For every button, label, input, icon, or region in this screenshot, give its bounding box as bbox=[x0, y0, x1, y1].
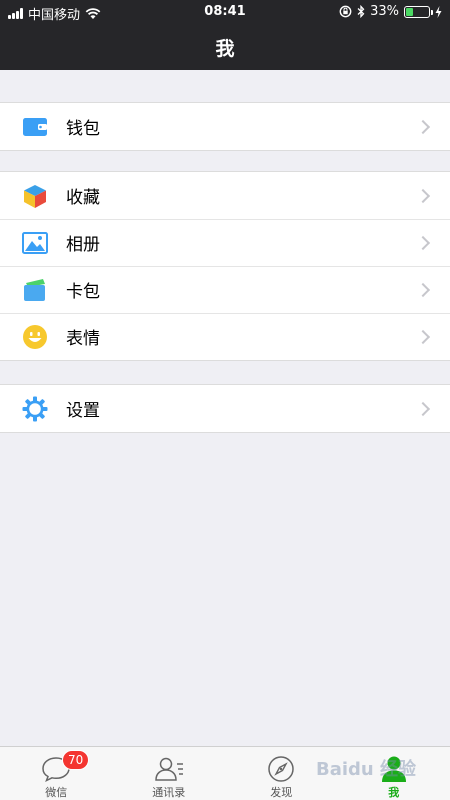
menu-item-label: 钱包 bbox=[66, 119, 100, 139]
nav-bar: 我 bbox=[0, 24, 450, 70]
chevron-right-icon bbox=[415, 329, 431, 344]
battery-percent: 33% bbox=[370, 4, 399, 19]
tab-label: 发现 bbox=[270, 786, 293, 799]
chevron-right-icon bbox=[415, 235, 431, 250]
card-icon bbox=[22, 277, 48, 303]
menu-item-settings[interactable]: 设置 bbox=[0, 385, 450, 432]
chevron-right-icon bbox=[415, 401, 431, 416]
menu-item-favorites[interactable]: 收藏 bbox=[0, 172, 450, 219]
page-title: 我 bbox=[215, 37, 235, 60]
emoji-icon bbox=[22, 324, 48, 350]
menu-item-label: 相册 bbox=[66, 235, 100, 255]
rotation-lock-icon bbox=[339, 5, 352, 18]
menu-item-stickers[interactable]: 表情 bbox=[0, 313, 450, 360]
menu-item-label: 设置 bbox=[66, 401, 100, 421]
tab-discover[interactable]: 发现 bbox=[225, 747, 338, 800]
contacts-icon bbox=[154, 754, 184, 783]
status-bar: 中国移动 08:41 33% bbox=[0, 0, 450, 24]
settings-gear-icon bbox=[22, 396, 48, 422]
compass-icon bbox=[266, 754, 296, 783]
tab-chats[interactable]: 70 微信 bbox=[0, 747, 113, 800]
charging-icon bbox=[435, 5, 442, 18]
favorites-cube-icon bbox=[22, 183, 48, 209]
tab-bar: 70 微信 通讯录 发现 我 bbox=[0, 746, 450, 800]
bluetooth-icon bbox=[357, 5, 365, 18]
tab-me[interactable]: 我 bbox=[338, 747, 450, 800]
status-right: 33% bbox=[339, 4, 442, 19]
wallet-group: 钱包 bbox=[0, 102, 450, 151]
collection-group: 收藏 相册 卡包 表情 bbox=[0, 171, 450, 361]
menu-item-card-pack[interactable]: 卡包 bbox=[0, 266, 450, 313]
me-icon bbox=[379, 754, 409, 783]
menu-item-wallet[interactable]: 钱包 bbox=[0, 103, 450, 150]
menu-item-album[interactable]: 相册 bbox=[0, 219, 450, 266]
battery-fill bbox=[406, 7, 414, 16]
album-icon bbox=[22, 230, 48, 256]
tab-contacts[interactable]: 通讯录 bbox=[113, 747, 226, 800]
settings-group: 设置 bbox=[0, 384, 450, 433]
tab-label: 微信 bbox=[45, 786, 68, 799]
chevron-right-icon bbox=[415, 282, 431, 297]
unread-badge: 70 bbox=[62, 750, 90, 770]
menu-item-label: 收藏 bbox=[66, 188, 100, 208]
wallet-icon bbox=[22, 114, 48, 140]
menu-item-label: 卡包 bbox=[66, 282, 100, 302]
menu-item-label: 表情 bbox=[66, 329, 100, 349]
battery-icon bbox=[404, 5, 433, 18]
chevron-right-icon bbox=[415, 188, 431, 203]
tab-label: 通讯录 bbox=[152, 786, 186, 799]
tab-label: 我 bbox=[388, 786, 400, 799]
chevron-right-icon bbox=[415, 119, 431, 134]
